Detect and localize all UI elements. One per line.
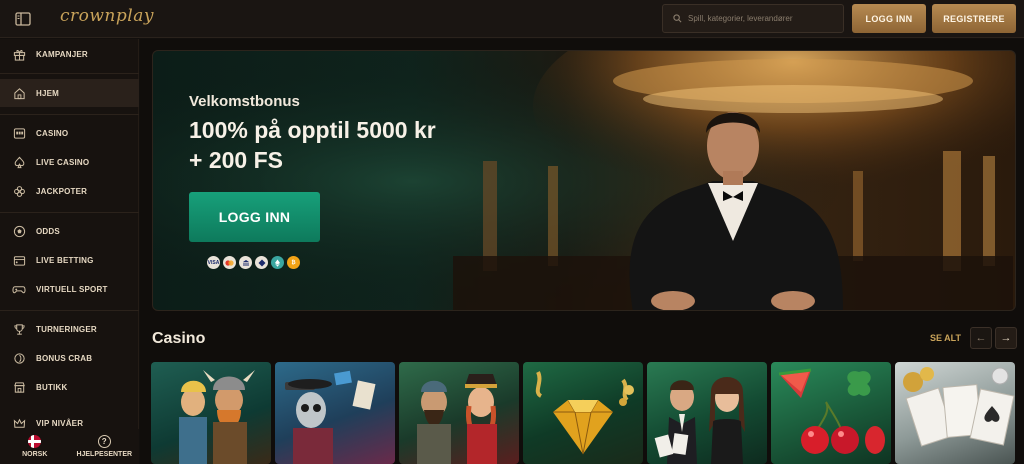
gift-icon (12, 47, 26, 61)
visa-icon: VISA (207, 256, 220, 269)
slot-machine-icon (12, 126, 26, 140)
brand-logo[interactable]: crownplay (60, 6, 154, 26)
see-all-link[interactable]: SE ALT (930, 333, 961, 343)
diamond-game-art (535, 371, 634, 455)
sidebar-item-label: ODDS (36, 226, 60, 236)
search-icon (673, 10, 682, 28)
ethereum-icon (271, 256, 284, 269)
game-card-diamond[interactable] (523, 362, 643, 464)
sidebar-item-label: LIVE BETTING (36, 255, 94, 265)
game-card-pirates[interactable] (399, 362, 519, 464)
spade-icon (12, 155, 26, 169)
game-card-fruit[interactable] (771, 362, 891, 464)
blackjack-game-art (654, 377, 745, 464)
mastercard-icon (223, 256, 236, 269)
help-center-link[interactable]: ? HJELPESENTER (70, 429, 140, 464)
divider (0, 212, 139, 213)
sidebar-item-kampanjer[interactable]: KAMPANJER (0, 40, 139, 68)
game-card-blackjack[interactable] (647, 362, 767, 464)
language-selector[interactable]: NORSK (0, 429, 70, 464)
game-card-vikings[interactable] (151, 362, 271, 464)
sidebar-item-label: TURNERINGER (36, 324, 97, 334)
hero-banner[interactable]: Velkomstbonus 100% på opptil 5000 kr + 2… (152, 50, 1016, 311)
pirates-game-art (417, 374, 497, 464)
sidebar-item-odds[interactable]: ODDS (0, 217, 139, 245)
app-root: crownplay LOGG INN REGISTRERE KAMPANJER … (0, 0, 1024, 464)
trophy-icon (12, 322, 26, 336)
ball-icon (12, 224, 26, 238)
cards-game-art (903, 367, 1015, 447)
sidebar-item-turneringer[interactable]: TURNERINGER (0, 315, 139, 343)
sidebar-item-butikk[interactable]: BUTIKK (0, 373, 139, 401)
hero-subtitle: Velkomstbonus (189, 93, 300, 110)
carousel-prev-button[interactable]: ← (970, 327, 992, 349)
home-icon (12, 86, 26, 100)
sidebar-item-bonus-crab[interactable]: BONUS CRAB (0, 344, 139, 372)
arrow-left-icon: ← (975, 332, 987, 344)
sidebar-item-casino[interactable]: CASINO (0, 119, 139, 147)
help-icon: ? (97, 435, 111, 448)
bank-icon (239, 256, 252, 269)
search-box[interactable] (662, 4, 844, 33)
skeleton-game-art (285, 370, 376, 464)
live-betting-icon (12, 253, 26, 267)
sidebar-item-label: KAMPANJER (36, 49, 88, 59)
game-card-skeleton[interactable] (275, 362, 395, 464)
search-input[interactable] (688, 14, 838, 23)
sidebar-item-label: LIVE CASINO (36, 157, 90, 167)
sidebar-item-live-betting[interactable]: LIVE BETTING (0, 246, 139, 274)
casino-games-row (151, 362, 1021, 464)
divider (0, 114, 139, 115)
norway-flag-icon (28, 435, 42, 448)
sidebar-item-virtuell-sport[interactable]: VIRTUELL SPORT (0, 275, 139, 303)
payment-methods: VISA ₿ (207, 256, 300, 269)
crab-icon (12, 351, 26, 365)
sidebar-item-label: JACKPOTER (36, 186, 88, 196)
crown-icon (12, 416, 26, 430)
sidebar-toggle-icon[interactable] (12, 9, 34, 29)
sidebar-item-live-casino[interactable]: LIVE CASINO (0, 148, 139, 176)
hero-login-button[interactable]: LOGG INN (189, 192, 320, 242)
sidebar-item-jackpoter[interactable]: JACKPOTER (0, 177, 139, 205)
sidebar-item-label: CASINO (36, 128, 69, 138)
sidebar-item-label: BUTIKK (36, 382, 68, 392)
divider (0, 310, 139, 311)
gamepad-icon (12, 282, 26, 296)
casino-section-title: Casino (152, 330, 206, 347)
sidebar-item-hjem[interactable]: HJEM (0, 79, 139, 107)
main-content: Velkomstbonus 100% på opptil 5000 kr + 2… (140, 39, 1024, 464)
login-button[interactable]: LOGG INN (852, 4, 926, 33)
vikings-game-art (179, 370, 255, 464)
sidebar-item-label: VIP NIVÅER (36, 418, 84, 428)
sidebar-item-label: HJEM (36, 88, 60, 98)
carousel-next-button[interactable]: → (995, 327, 1017, 349)
crypto-icon (255, 256, 268, 269)
language-label: NORSK (22, 451, 48, 458)
sidebar-item-label: BONUS CRAB (36, 353, 93, 363)
game-card-cards[interactable] (895, 362, 1015, 464)
hero-title-line2: + 200 FS (189, 147, 283, 173)
top-bar: crownplay LOGG INN REGISTRERE (0, 0, 1024, 38)
clover-icon (12, 184, 26, 198)
sidebar-item-label: VIRTUELL SPORT (36, 284, 108, 294)
fruit-game-art (778, 368, 885, 454)
help-label: HJELPESENTER (76, 451, 133, 458)
hero-illustration (153, 51, 1015, 310)
sidebar: KAMPANJER HJEM CASINO LIVE CASINO JACKPO… (0, 39, 139, 464)
divider (0, 73, 139, 74)
bitcoin-icon: ₿ (287, 256, 300, 269)
sidebar-footer: NORSK ? HJELPESENTER (0, 429, 139, 464)
arrow-right-icon: → (1000, 332, 1012, 344)
shop-icon (12, 380, 26, 394)
hero-title-line1: 100% på opptil 5000 kr (189, 117, 436, 143)
register-button[interactable]: REGISTRERE (932, 4, 1016, 33)
